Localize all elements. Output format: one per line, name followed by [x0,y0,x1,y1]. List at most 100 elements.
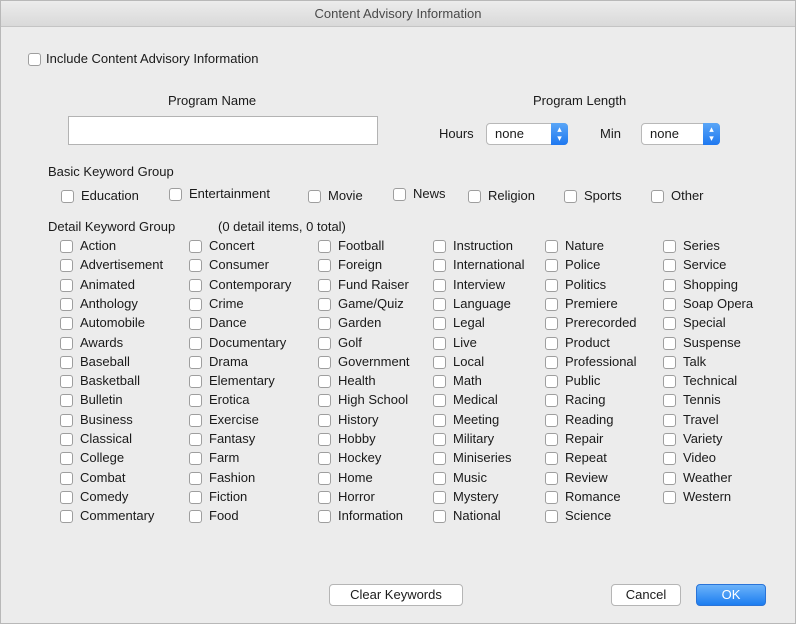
checkbox-box[interactable] [433,317,446,330]
checkbox-box[interactable] [433,452,446,465]
checkbox-box[interactable] [433,356,446,369]
checkbox-box[interactable] [433,259,446,272]
checkbox-box[interactable] [545,452,558,465]
checkbox-box[interactable] [60,472,73,485]
checkbox-box[interactable] [433,375,446,388]
checkbox-box[interactable] [318,375,331,388]
program-name-input[interactable] [68,116,378,145]
checkbox-box[interactable] [545,240,558,253]
checkbox-box[interactable] [433,240,446,253]
checkbox-box[interactable] [60,259,73,272]
checkbox-box[interactable] [318,491,331,504]
checkbox-box[interactable] [663,356,676,369]
checkbox-box[interactable] [60,298,73,311]
checkbox-box[interactable] [60,317,73,330]
checkbox-box[interactable] [60,337,73,350]
checkbox-box[interactable] [545,298,558,311]
checkbox-box[interactable] [60,414,73,427]
ok-button[interactable]: OK [696,584,766,606]
checkbox-box[interactable] [663,279,676,292]
checkbox-box[interactable] [189,375,202,388]
checkbox-box[interactable] [60,394,73,407]
checkbox-box[interactable] [433,433,446,446]
checkbox-box[interactable] [545,279,558,292]
checkbox-box[interactable] [60,510,73,523]
checkbox-box[interactable] [60,279,73,292]
checkbox-box[interactable] [189,298,202,311]
checkbox-box[interactable] [663,433,676,446]
checkbox-box[interactable] [60,491,73,504]
checkbox-box[interactable] [663,394,676,407]
checkbox-box[interactable] [433,298,446,311]
checkbox-box[interactable] [189,317,202,330]
checkbox-box[interactable] [60,356,73,369]
checkbox-box[interactable] [189,433,202,446]
checkbox-box[interactable] [663,491,676,504]
checkbox-box[interactable] [545,356,558,369]
checkbox-box[interactable] [318,298,331,311]
checkbox-box[interactable] [545,337,558,350]
checkbox-box[interactable] [169,188,182,201]
checkbox-box[interactable] [318,240,331,253]
checkbox-box[interactable] [468,190,481,203]
checkbox-box[interactable] [433,337,446,350]
clear-keywords-button[interactable]: Clear Keywords [329,584,463,606]
checkbox-box[interactable] [189,452,202,465]
checkbox-box[interactable] [318,472,331,485]
checkbox-box[interactable] [433,394,446,407]
checkbox-box[interactable] [189,491,202,504]
checkbox-box[interactable] [318,433,331,446]
checkbox-box[interactable] [651,190,664,203]
checkbox-box[interactable] [318,356,331,369]
checkbox-box[interactable] [545,433,558,446]
cancel-button[interactable]: Cancel [611,584,681,606]
checkbox-box[interactable] [189,240,202,253]
checkbox-box[interactable] [545,259,558,272]
checkbox-box[interactable] [189,259,202,272]
checkbox-box[interactable] [663,240,676,253]
checkbox-box[interactable] [189,510,202,523]
checkbox-box[interactable] [60,452,73,465]
checkbox-box[interactable] [61,190,74,203]
include-advisory-checkbox-box[interactable] [28,53,41,66]
checkbox-box[interactable] [545,414,558,427]
hours-select[interactable]: none ▴ ▾ [486,123,568,145]
checkbox-box[interactable] [318,452,331,465]
checkbox-box[interactable] [663,472,676,485]
checkbox-box[interactable] [663,337,676,350]
checkbox-box[interactable] [663,298,676,311]
checkbox-box[interactable] [189,472,202,485]
checkbox-box[interactable] [545,491,558,504]
checkbox-box[interactable] [318,337,331,350]
checkbox-box[interactable] [318,279,331,292]
checkbox-box[interactable] [318,394,331,407]
checkbox-box[interactable] [545,472,558,485]
checkbox-box[interactable] [545,375,558,388]
checkbox-box[interactable] [433,279,446,292]
checkbox-box[interactable] [60,375,73,388]
checkbox-box[interactable] [663,259,676,272]
checkbox-box[interactable] [318,414,331,427]
checkbox-box[interactable] [433,414,446,427]
checkbox-box[interactable] [189,279,202,292]
checkbox-box[interactable] [433,472,446,485]
checkbox-box[interactable] [60,433,73,446]
checkbox-box[interactable] [663,452,676,465]
checkbox-box[interactable] [189,337,202,350]
min-select[interactable]: none ▴ ▾ [641,123,720,145]
checkbox-box[interactable] [189,394,202,407]
checkbox-box[interactable] [318,510,331,523]
checkbox-box[interactable] [545,394,558,407]
checkbox-box[interactable] [308,190,321,203]
checkbox-box[interactable] [663,375,676,388]
checkbox-box[interactable] [545,510,558,523]
checkbox-box[interactable] [393,188,406,201]
checkbox-box[interactable] [433,491,446,504]
checkbox-box[interactable] [545,317,558,330]
checkbox-box[interactable] [318,317,331,330]
checkbox-box[interactable] [663,414,676,427]
checkbox-box[interactable] [318,259,331,272]
checkbox-box[interactable] [189,414,202,427]
checkbox-box[interactable] [60,240,73,253]
checkbox-box[interactable] [433,510,446,523]
